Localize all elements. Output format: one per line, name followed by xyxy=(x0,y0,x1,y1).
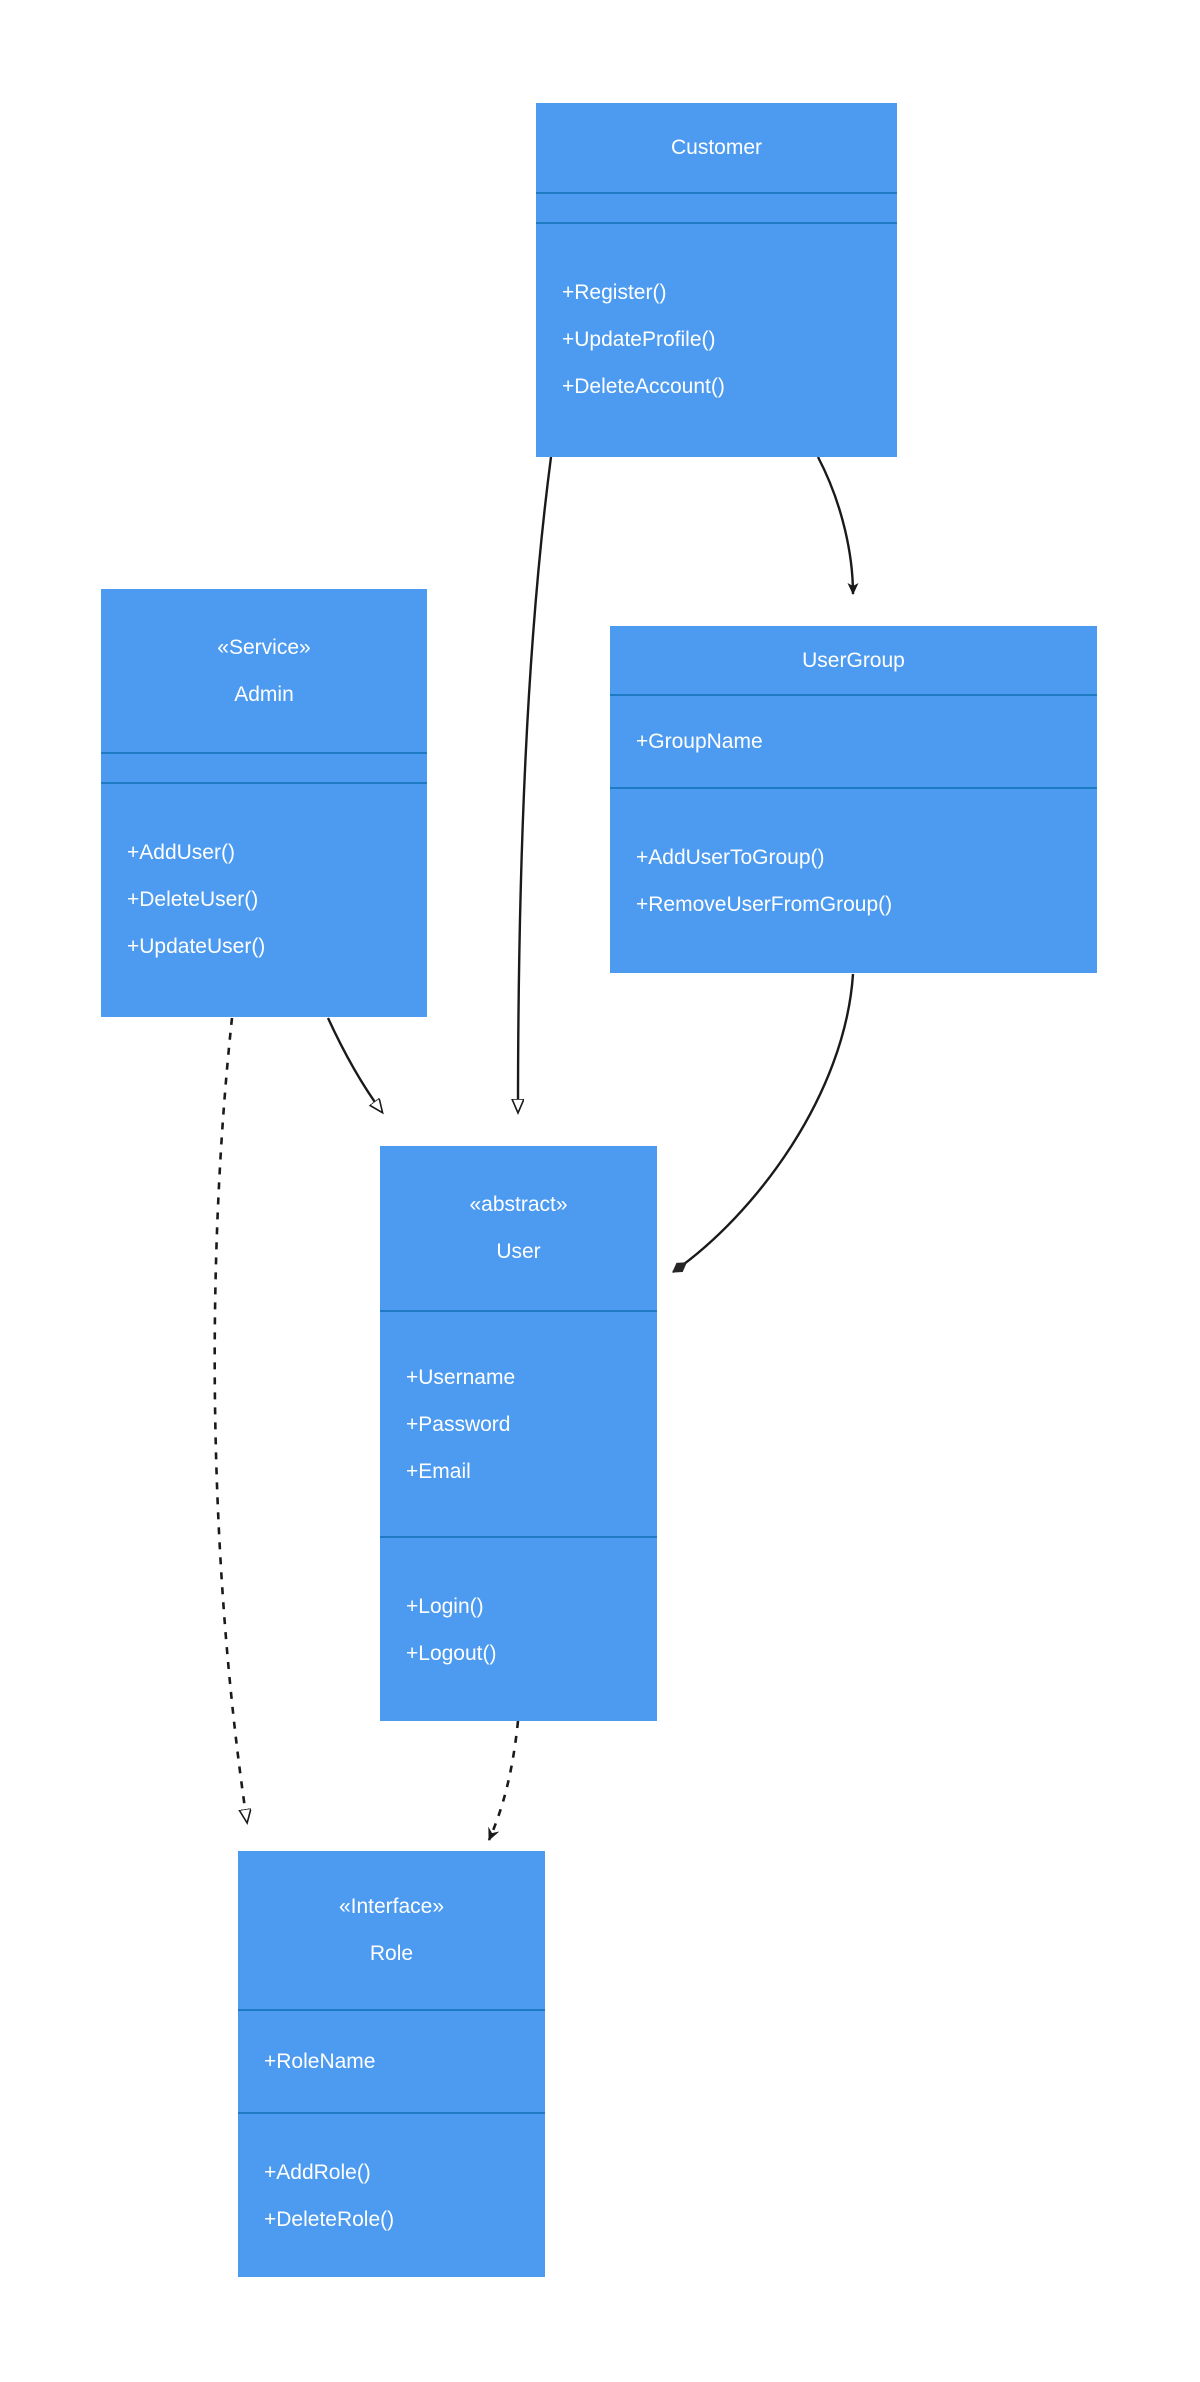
class-method: +DeleteAccount() xyxy=(562,375,725,398)
class-attribute: +Email xyxy=(406,1459,471,1483)
class-methods-customer: +Register() +UpdateProfile() +DeleteAcco… xyxy=(536,222,897,455)
class-attributes-usergroup: +GroupName xyxy=(610,694,1097,787)
class-header-user: «abstract» User xyxy=(380,1146,657,1310)
class-attribute: +Password xyxy=(406,1412,511,1436)
edge-admin-role xyxy=(213,1017,247,1822)
class-method: +AddRole() xyxy=(264,2160,371,2184)
class-box-admin[interactable]: «Service» Admin +AddUser() +DeleteUser()… xyxy=(101,589,427,1017)
class-name-admin: Admin xyxy=(234,682,294,706)
class-header-usergroup: UserGroup xyxy=(610,626,1097,694)
class-attribute: +RoleName xyxy=(264,2050,376,2073)
class-method: +AddUser() xyxy=(127,841,235,864)
class-method: +UpdateProfile() xyxy=(562,328,716,351)
class-method: +DeleteRole() xyxy=(264,2207,395,2231)
class-header-role: «Interface» Role xyxy=(238,1851,545,2009)
class-name-usergroup: UserGroup xyxy=(802,648,905,672)
class-method: +UpdateUser() xyxy=(127,935,266,958)
class-attributes-role: +RoleName xyxy=(238,2009,545,2112)
edge-customer-user xyxy=(518,456,553,1112)
class-attribute: +GroupName xyxy=(636,730,763,753)
class-box-role[interactable]: «Interface» Role +RoleName +AddRole() +D… xyxy=(238,1851,545,2277)
class-stereotype-user: «abstract» xyxy=(469,1193,568,1216)
class-header-customer: Customer xyxy=(536,103,897,192)
class-method: +Login() xyxy=(406,1594,484,1618)
class-name-role: Role xyxy=(369,1942,414,1965)
class-box-customer[interactable]: Customer +Register() +UpdateProfile() +D… xyxy=(536,103,897,457)
edge-user-role xyxy=(487,1720,520,1841)
class-attributes-admin xyxy=(101,752,427,782)
class-method: +Logout() xyxy=(406,1641,497,1665)
class-methods-admin: +AddUser() +DeleteUser() +UpdateUser() xyxy=(101,782,427,1015)
class-methods-user: +Login() +Logout() xyxy=(380,1536,657,1721)
class-attribute: +Username xyxy=(406,1365,516,1389)
uml-class-diagram-canvas: Customer +Register() +UpdateProfile() +D… xyxy=(0,0,1200,2382)
class-box-usergroup[interactable]: UserGroup +GroupName +AddUserToGroup() +… xyxy=(610,626,1097,973)
class-method: +Register() xyxy=(562,281,667,304)
edge-customer-usergroup xyxy=(816,456,859,595)
class-method: +AddUserToGroup() xyxy=(636,846,825,869)
class-header-admin: «Service» Admin xyxy=(101,589,427,752)
class-method: +DeleteUser() xyxy=(127,888,259,911)
class-name-customer: Customer xyxy=(670,136,763,159)
class-stereotype-admin: «Service» xyxy=(217,635,311,659)
class-attributes-customer xyxy=(536,192,897,222)
class-method: +RemoveUserFromGroup() xyxy=(636,893,893,916)
class-methods-role: +AddRole() +DeleteRole() xyxy=(238,2112,545,2277)
class-attributes-user: +Username +Password +Email xyxy=(380,1310,657,1536)
class-stereotype-role: «Interface» xyxy=(338,1895,445,1918)
edge-usergroup-user xyxy=(672,973,855,1273)
class-name-user: User xyxy=(496,1240,541,1263)
edge-admin-user xyxy=(326,1017,382,1112)
class-methods-usergroup: +AddUserToGroup() +RemoveUserFromGroup() xyxy=(610,787,1097,973)
class-box-user[interactable]: «abstract» User +Username +Password +Ema… xyxy=(380,1146,657,1721)
